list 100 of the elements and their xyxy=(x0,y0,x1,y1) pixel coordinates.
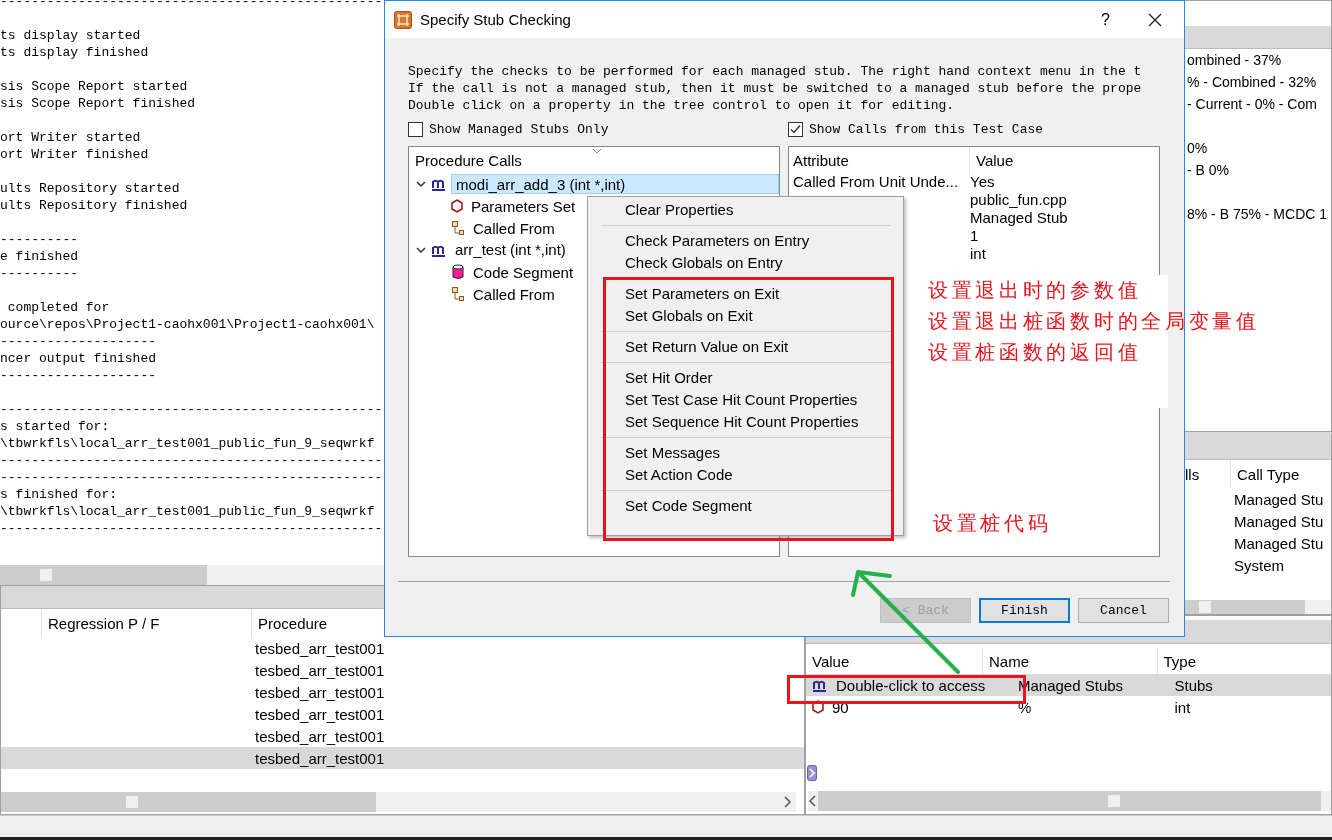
table-cell: tesbed_arr_test001 xyxy=(255,661,385,679)
log-line: ts display started xyxy=(0,27,141,44)
table-row[interactable]: tesbed_arr_test001 xyxy=(1,681,804,703)
annotation-text: 设置退出桩函数时的全局变量值 xyxy=(928,308,1260,335)
checkbox-label: Show Calls from this Test Case xyxy=(809,121,1044,137)
column-header[interactable]: Value xyxy=(976,151,1014,169)
log-line: ource\repos\Project1-caohx001\Project1-caohx001\ xyxy=(0,316,375,333)
table-row[interactable]: tesbed_arr_test001 xyxy=(1,659,804,681)
table-cell: Managed Stub xyxy=(970,209,1068,227)
table-cell: 1 xyxy=(970,227,979,245)
coverage-line: - B 0% xyxy=(1186,161,1230,180)
coverage-line: 8% - B 75% - MCDC 1 xyxy=(1186,205,1329,224)
tree-item[interactable]: Called From xyxy=(473,219,555,237)
table-row[interactable]: tesbed_arr_test001 xyxy=(1,703,804,725)
table-cell: tesbed_arr_test001 xyxy=(255,683,385,701)
column-header[interactable]: Call Type xyxy=(1230,460,1300,488)
tree-item[interactable]: Called From xyxy=(473,285,555,303)
scrollbar-thumb[interactable] xyxy=(1,792,376,812)
help-button[interactable]: ? xyxy=(1101,10,1110,29)
menu-item[interactable]: Check Globals on Entry xyxy=(588,252,903,274)
chevron-icon[interactable] xyxy=(415,244,427,256)
log-line: ---------- xyxy=(0,265,78,282)
app-icon xyxy=(394,10,412,29)
description-line: Specify the checks to be performed for each managed stub. The right hand context menu in the t xyxy=(408,63,1142,80)
table-cell: Stubs xyxy=(1174,676,1213,694)
scrollbar[interactable] xyxy=(0,565,384,585)
menu-item[interactable]: Set Hit Order xyxy=(588,367,903,389)
menu-item[interactable]: Set Sequence Hit Count Properties xyxy=(588,411,903,433)
annotation-text: 设置桩函数的返回值 xyxy=(928,339,1142,366)
description-line: Double click on a property in the tree control to open it for editing. xyxy=(408,97,955,114)
menu-item[interactable]: Set Parameters on Exit xyxy=(588,283,903,305)
table-cell: tesbed_arr_test001 xyxy=(255,749,385,767)
log-line: ------------------------------------------------- xyxy=(0,452,383,469)
column-header[interactable]: lls xyxy=(1185,460,1230,488)
table-cell: Managed Stu xyxy=(1234,490,1324,508)
table-cell: tesbed_arr_test001 xyxy=(255,727,385,745)
checkbox[interactable] xyxy=(408,121,423,137)
scrollbar[interactable] xyxy=(1185,600,1331,614)
menu-item[interactable]: Set Messages xyxy=(588,442,903,464)
table-cell: tesbed_arr_test001 xyxy=(255,705,385,723)
menu-item[interactable]: Clear Properties xyxy=(588,199,903,221)
log-line: ort Writer finished xyxy=(0,146,149,163)
branch-icon xyxy=(451,286,465,302)
menu-item[interactable]: Set Return Value on Exit xyxy=(588,336,903,358)
table-cell: Yes xyxy=(970,173,995,191)
log-line: ncer output finished xyxy=(0,350,157,367)
coverage-line: ombined - 37% xyxy=(1186,51,1283,70)
column-header[interactable]: Value xyxy=(806,648,982,674)
tree-item[interactable]: Code Segment xyxy=(473,263,574,281)
log-line: -------------------- xyxy=(0,333,157,350)
log-line: ------------------------------------------------- xyxy=(0,469,383,486)
table-cell: Called From Unit Unde... xyxy=(793,173,959,190)
table-cell: Managed Stu xyxy=(1234,534,1324,552)
tree-item[interactable]: modi_arr_add_3 (int *,int) xyxy=(451,174,779,194)
log-line: ts display finished xyxy=(0,44,149,61)
diamond-icon xyxy=(451,199,463,213)
checkbox[interactable] xyxy=(788,121,803,137)
log-line: ults Repository finished xyxy=(0,197,188,214)
column-header[interactable]: Procedure Calls xyxy=(415,151,522,169)
menu-item[interactable]: Set Globals on Exit xyxy=(588,305,903,327)
branch-icon xyxy=(451,220,465,236)
annotation-text: 设置退出时的参数值 xyxy=(928,277,1142,304)
log-line: ort Writer started xyxy=(0,129,141,146)
log-line: ------------------------------------------------- xyxy=(0,520,383,537)
column-header[interactable]: Regression P / F xyxy=(41,609,251,637)
coverage-line: - Current - 0% - Com xyxy=(1186,95,1318,114)
close-icon[interactable] xyxy=(1148,12,1162,27)
table-row[interactable]: tesbed_arr_test001 xyxy=(1,747,804,769)
dialog-button[interactable]: Cancel xyxy=(1078,598,1169,623)
log-line: s finished for: xyxy=(0,486,118,503)
scrollbar-thumb[interactable] xyxy=(1185,600,1305,614)
tree-item[interactable]: Parameters Set xyxy=(471,197,576,215)
table-cell: int xyxy=(970,245,986,263)
log-line: ------------------------------------------------- xyxy=(0,0,383,10)
menu-item[interactable]: Check Parameters on Entry xyxy=(588,230,903,252)
log-line: \tbwrkfls\local_arr_test001_public_fun_9_seqwrkf xyxy=(0,503,375,520)
expand-tab-icon[interactable] xyxy=(807,765,817,781)
table-cell: Managed Stu xyxy=(1234,512,1324,530)
table-cell: System xyxy=(1234,556,1284,574)
menu-item[interactable]: Set Code Segment xyxy=(588,495,903,517)
log-line: ---------- xyxy=(0,231,78,248)
table-row[interactable]: tesbed_arr_test001 xyxy=(1,637,804,659)
log-line: s started for: xyxy=(0,418,110,435)
menu-item[interactable]: Set Test Case Hit Count Properties xyxy=(588,389,903,411)
menu-item[interactable]: Set Action Code xyxy=(588,464,903,486)
log-line: ------------------------------------------------- xyxy=(0,401,383,418)
table-cell: Double-click to access xyxy=(836,676,986,694)
chevron-icon[interactable] xyxy=(415,178,427,190)
column-header[interactable]: Attribute xyxy=(793,151,849,169)
log-line: sis Scope Report finished xyxy=(0,95,196,112)
column-header[interactable]: Procedure xyxy=(251,609,328,637)
window-title: Specify Stub Checking xyxy=(420,11,571,28)
scrollbar[interactable] xyxy=(1,792,796,812)
dialog-button[interactable]: Finish xyxy=(979,598,1070,623)
scrollbar-thumb[interactable] xyxy=(0,565,207,585)
checkbox-label: Show Managed Stubs Only xyxy=(429,121,609,137)
table-cell: public_fun.cpp xyxy=(970,191,1067,209)
table-row[interactable]: tesbed_arr_test001 xyxy=(1,725,804,747)
description-line: If the call is not a managed stub, then it must be switched to a managed stub before the prope xyxy=(408,80,1142,97)
log-line: -------------------- xyxy=(0,367,157,384)
